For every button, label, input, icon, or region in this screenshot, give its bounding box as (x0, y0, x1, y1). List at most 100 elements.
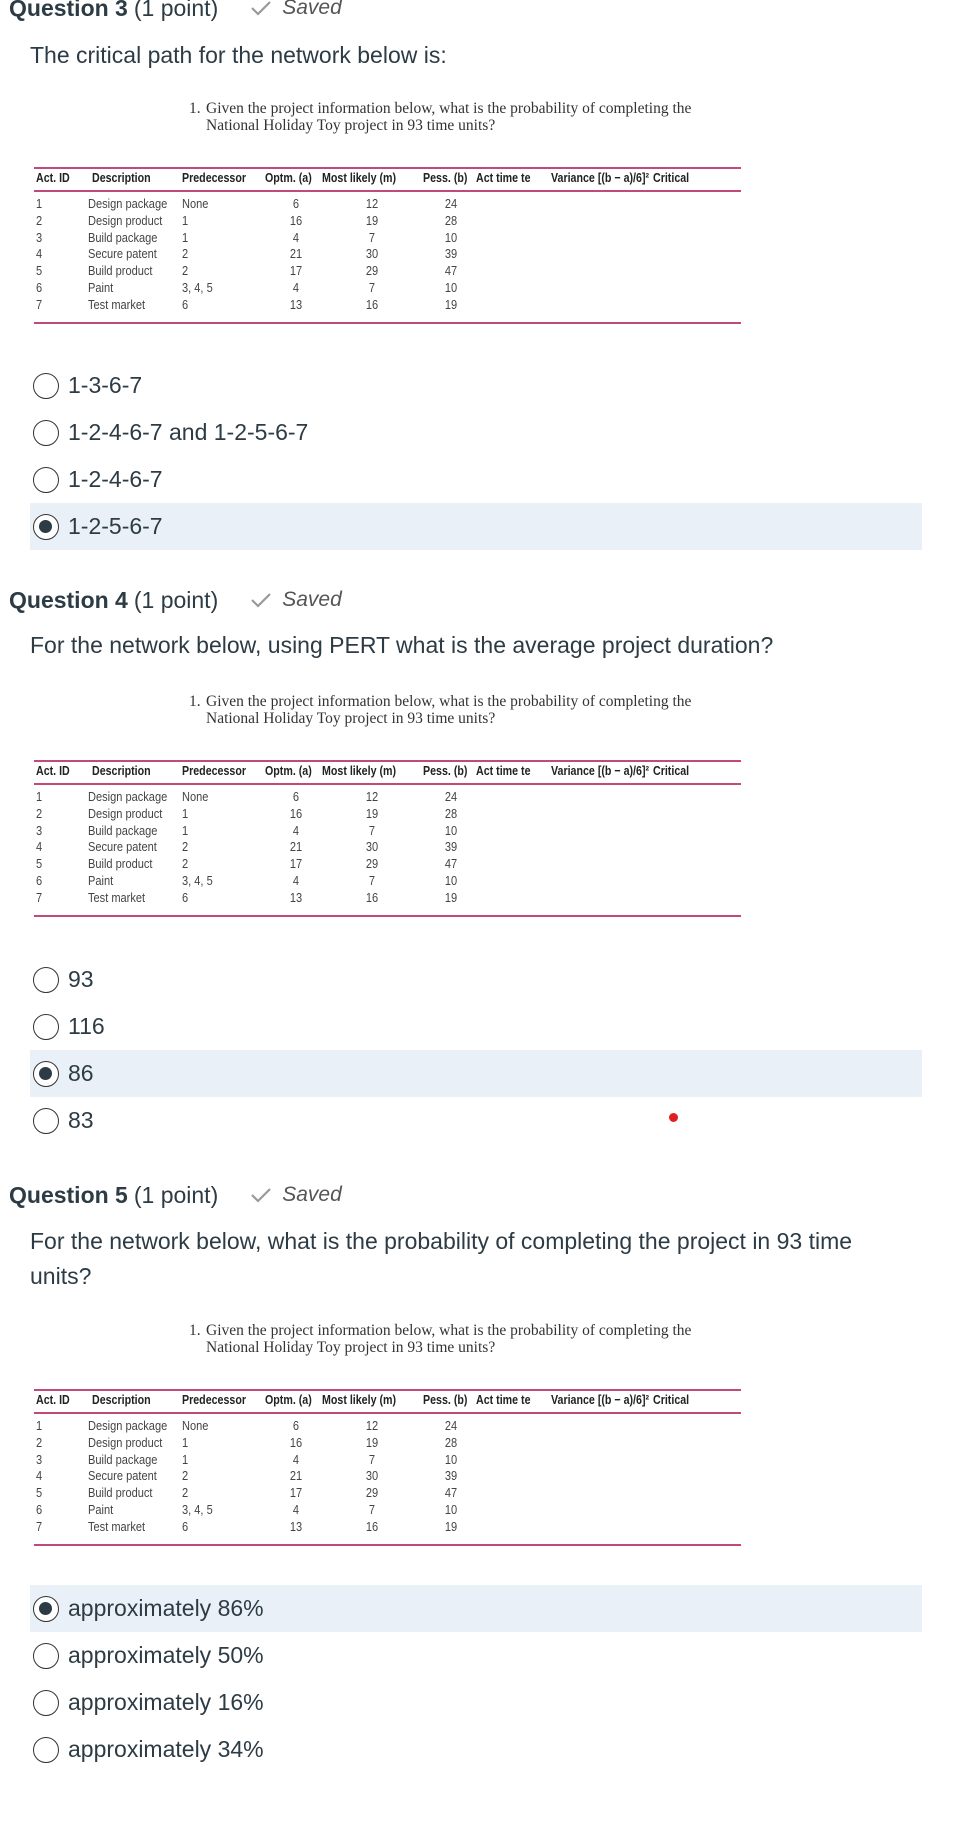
table-cell: 1 (182, 229, 189, 245)
table-header-cell: Description (92, 763, 151, 778)
table-header-cell: Predecessor (182, 1392, 247, 1407)
table-cell: 6 (182, 1518, 189, 1534)
table-cell: 6 (182, 889, 189, 905)
table-cell: 2 (182, 1485, 189, 1501)
radio-button[interactable] (33, 1689, 59, 1716)
radio-button[interactable] (33, 1736, 59, 1763)
saved-status: Saved (250, 588, 342, 612)
table-cell: 16 (289, 1434, 303, 1450)
caption-number: 1. (189, 100, 201, 117)
radio-button[interactable] (33, 1642, 59, 1669)
saved-label: Saved (282, 1183, 342, 1206)
radio-button[interactable] (33, 419, 59, 446)
table-header-cell: Most likely (m) (322, 763, 397, 778)
question-header: Question 4 (1 point) Saved (9, 585, 342, 615)
table-rule (34, 915, 741, 917)
table-cell: 4 (292, 1502, 300, 1517)
radio-button[interactable] (33, 1107, 59, 1134)
table-cell: Design package (88, 1418, 168, 1433)
table-cell: 4 (292, 229, 300, 245)
answer-option[interactable]: approximately 16% (30, 1679, 922, 1726)
table-cell: 7 (368, 822, 376, 838)
question-points: (1 point) (133, 586, 219, 613)
table-cell: 7 (368, 280, 376, 295)
question-prompt: The critical path for the network below … (30, 42, 447, 68)
table-caption: 1. Given the project information below, w… (189, 1322, 741, 1356)
table-cell: 1 (36, 789, 43, 804)
table-cell: 6 (36, 1502, 43, 1517)
caption-number: 1. (189, 1322, 201, 1339)
answer-options: 1-3-6-7 1-2-4-6-7 and 1-2-5-6-7 1-2-4-6-7 1… (30, 362, 922, 550)
table-header-cell: Act time te (476, 763, 531, 778)
table-cell: 2 (182, 856, 189, 872)
table-cell: 1 (182, 805, 189, 821)
table-header-cell: Pess. (b) (423, 1392, 468, 1407)
table-header-cell: Act time te (476, 1392, 531, 1407)
table-cell: 6 (36, 873, 43, 888)
table-cell: 6 (292, 196, 300, 211)
table-cell: 7 (36, 889, 43, 905)
answer-option[interactable]: approximately 50% (30, 1632, 922, 1679)
table-cell: Test market (88, 889, 146, 905)
table-cell: 16 (365, 296, 379, 312)
radio-button[interactable] (33, 513, 59, 540)
answer-option-label: approximately 50% (68, 1642, 264, 1668)
table-rule (34, 783, 741, 785)
table-cell: 4 (36, 246, 43, 262)
radio-button[interactable] (33, 1595, 59, 1622)
table-cell: 39 (444, 246, 458, 262)
answer-option[interactable]: 93 (30, 956, 922, 1003)
table-rule (34, 1389, 741, 1391)
table-cell: 2 (36, 1434, 43, 1450)
table-cell: 7 (368, 1451, 376, 1467)
saved-status: Saved (250, 1183, 342, 1207)
table-cell: 4 (36, 839, 43, 855)
table-cell: 13 (289, 296, 303, 312)
answer-option[interactable]: approximately 34% (30, 1726, 922, 1773)
table-cell: 13 (289, 1518, 303, 1534)
table-cell: 10 (444, 822, 458, 838)
answer-option[interactable]: 1-2-4-6-7 and 1-2-5-6-7 (30, 409, 922, 456)
table-cell: 10 (444, 1451, 458, 1467)
question-title: Question 5 (9, 1181, 128, 1208)
table-cell: 19 (444, 296, 458, 312)
table-cell: 30 (365, 839, 379, 855)
question-points: (1 point) (133, 1181, 219, 1208)
answer-option[interactable]: 1-2-5-6-7 (30, 503, 922, 550)
table-cell: 7 (368, 229, 376, 245)
answer-option[interactable]: 1-3-6-7 (30, 362, 922, 409)
table-header-cell: Critical (653, 1392, 690, 1407)
table-cell: 1 (182, 1451, 189, 1467)
table-rule (34, 322, 741, 324)
answer-option[interactable]: 1-2-4-6-7 (30, 456, 922, 503)
table-cell: 28 (444, 212, 458, 228)
table-cell: 10 (444, 280, 458, 295)
table-cell: 2 (182, 246, 189, 262)
table-cell: Build product (88, 1485, 153, 1501)
radio-button[interactable] (33, 466, 59, 493)
answer-option[interactable]: 86 (30, 1050, 922, 1097)
caption-line-2: National Holiday Toy project in 93 time … (206, 117, 496, 134)
table-header-cell: Variance [(b − a)/6]² (551, 1392, 650, 1407)
radio-button[interactable] (33, 1060, 59, 1087)
table-cell: Build product (88, 856, 153, 872)
table-header-cell: Act time te (476, 170, 531, 185)
table-header-cell: Description (92, 170, 151, 185)
table-cell: 4 (292, 280, 300, 295)
table-cell: 28 (444, 1434, 458, 1450)
table-cell: 1 (182, 212, 189, 228)
radio-button[interactable] (33, 966, 59, 993)
answer-option[interactable]: approximately 86% (30, 1585, 922, 1632)
table-cell: 19 (365, 212, 379, 228)
table-cell: 47 (444, 263, 458, 279)
table-cell: 17 (289, 856, 303, 872)
answer-option[interactable]: 116 (30, 1003, 922, 1050)
table-cell: Design product (88, 1434, 163, 1450)
table-cell: 21 (289, 1468, 303, 1484)
question-title: Question 3 (9, 0, 128, 21)
radio-button[interactable] (33, 1013, 59, 1040)
answer-option[interactable]: 83 (30, 1097, 922, 1144)
table-cell: 24 (444, 1418, 458, 1433)
answer-options: 93 116 86 83 (30, 956, 922, 1144)
radio-button[interactable] (33, 372, 59, 399)
